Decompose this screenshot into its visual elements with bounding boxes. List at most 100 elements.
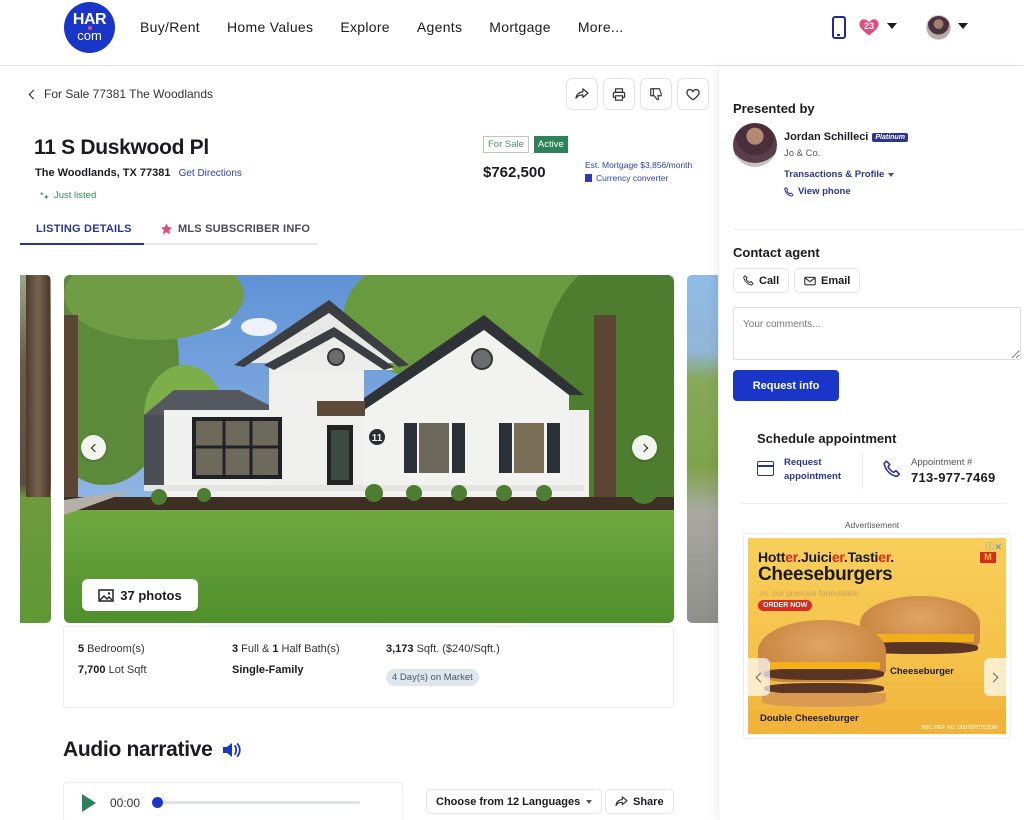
fact-baths: 3 Full & 1 Half Bath(s) [232, 643, 340, 655]
phone-icon [883, 460, 901, 478]
phone-icon [743, 275, 754, 286]
mortgage-info: Est. Mortgage $3,856/month Currency conv… [585, 159, 692, 185]
nav-more[interactable]: More... [578, 19, 624, 35]
chevron-left-icon [90, 443, 99, 452]
agent-name-text: Jordan Schilleci [784, 131, 869, 143]
audio-time: 00:00 [110, 796, 141, 810]
est-mortgage-link[interactable]: Est. Mortgage $3,856/month [585, 159, 692, 172]
advertisement-label: Advertisement [844, 520, 900, 530]
mcdonalds-logo-icon: M [980, 552, 996, 563]
share-icon [575, 88, 589, 99]
call-button[interactable]: Call [733, 268, 790, 293]
mobile-phone-icon[interactable] [832, 16, 846, 39]
listing-address: The Woodlands, TX 77381 Get Directions [35, 167, 242, 179]
print-button[interactable] [603, 78, 635, 110]
email-button[interactable]: Email [794, 268, 861, 293]
agent-photo[interactable] [733, 123, 777, 167]
email-label: Email [821, 274, 851, 287]
nav-mortgage[interactable]: Mortgage [489, 19, 551, 35]
audio-progress-handle[interactable] [152, 797, 163, 808]
request-appointment-link[interactable]: Request appointment [784, 456, 841, 484]
carousel-next-button[interactable] [632, 435, 657, 460]
view-photos-button[interactable]: 37 photos [82, 579, 198, 611]
ad-text: . [890, 549, 894, 565]
chevron-down-icon[interactable] [958, 23, 968, 29]
favorites-button[interactable]: 23 [858, 16, 880, 38]
request-info-button[interactable]: Request info [733, 370, 839, 401]
play-icon[interactable] [82, 794, 96, 812]
agent-company: Jo & Co. [784, 148, 821, 159]
speaker-icon[interactable] [221, 741, 241, 759]
view-phone-label: View phone [798, 186, 851, 197]
previous-photo-thumb[interactable] [20, 275, 51, 623]
nav-home-values[interactable]: Home Values [227, 19, 313, 35]
ad-item-double-cheeseburger: Double Cheeseburger [760, 713, 859, 724]
ad-order-now-button[interactable]: ORDER NOW [758, 600, 813, 611]
listing-title: 11 S Duskwood Pl [34, 136, 209, 159]
next-photo-thumb[interactable] [687, 275, 718, 623]
lot-size-label: Lot Sqft [105, 664, 147, 676]
main-photo[interactable]: 11 [64, 275, 674, 623]
full-bath-label: Full & [238, 643, 273, 655]
appointment-number-label: Appointment # [911, 457, 973, 468]
ad-close-icon[interactable]: ⓘ✕ [985, 540, 1002, 553]
thumbs-down-icon [650, 88, 662, 101]
audio-title-text: Audio narrative [63, 738, 213, 761]
dislike-button[interactable] [640, 78, 672, 110]
chevron-down-icon [586, 799, 593, 804]
audio-progress-track[interactable] [156, 801, 360, 804]
fact-sqft: 3,173 Sqft. ($240/Sqft.) [386, 643, 500, 655]
share-label: Share [633, 795, 664, 808]
ad-next-button[interactable] [984, 658, 1006, 696]
share-button[interactable] [566, 78, 598, 110]
breadcrumb-label: For Sale 77381 The Woodlands [44, 87, 214, 101]
transactions-profile-label: Transactions & Profile [784, 169, 885, 180]
transactions-profile-dropdown[interactable]: Transactions & Profile [784, 169, 895, 180]
share-icon [615, 796, 628, 807]
just-listed-badge: Just listed [40, 190, 96, 201]
comments-input[interactable] [733, 307, 1021, 360]
chevron-left-icon [28, 89, 39, 99]
currency-converter-link[interactable]: Currency converter [585, 172, 692, 185]
ad-text: Hott [758, 549, 786, 565]
view-phone-link[interactable]: View phone [784, 186, 851, 197]
advertisement-banner[interactable]: Hotter.Juicier.Tastier. Cheeseburgers vs… [743, 533, 1011, 739]
ad-text: .Tasti [843, 549, 879, 565]
site-header: HAR com Buy/Rent Home Values Explore Age… [0, 0, 1024, 66]
listing-price: $762,500 [483, 164, 546, 181]
audio-share-button[interactable]: Share [605, 789, 674, 814]
get-directions-link[interactable]: Get Directions [179, 168, 242, 179]
ad-headline: Hotter.Juicier.Tastier. [758, 549, 894, 565]
bedrooms-label: Bedroom(s) [84, 643, 145, 655]
half-bath-label: Half Bath(s) [278, 643, 340, 655]
ad-reference: ABC REF NO. 00070P0753OM [921, 725, 998, 731]
currency-converter-label: Currency converter [596, 173, 669, 183]
sqft-value: 3,173 [386, 643, 414, 655]
divider [741, 503, 1007, 504]
agent-name[interactable]: Jordan Schilleci Platinum [784, 131, 908, 143]
tab-mls-subscriber-info[interactable]: MLS SUBSCRIBER INFO [160, 223, 310, 235]
logo-text-bottom: com [77, 28, 102, 43]
tab-listing-details[interactable]: LISTING DETAILS [36, 223, 132, 235]
request-appointment-line2: appointment [784, 471, 841, 482]
nav-explore[interactable]: Explore [340, 19, 390, 35]
carousel-prev-button[interactable] [81, 435, 106, 460]
breadcrumb[interactable]: For Sale 77381 The Woodlands [28, 87, 214, 101]
user-avatar[interactable] [926, 15, 951, 40]
appointment-phone-number[interactable]: 713-977-7469 [911, 470, 996, 485]
choose-language-dropdown[interactable]: Choose from 12 Languages [426, 789, 603, 814]
ad-prev-button[interactable] [748, 658, 770, 696]
chevron-down-icon[interactable] [887, 23, 897, 29]
listing-actions [566, 78, 709, 110]
lot-size-value: 7,700 [78, 664, 106, 676]
nav-agents[interactable]: Agents [417, 19, 462, 35]
sqft-label: Sqft. ($240/Sqft.) [413, 643, 500, 655]
nav-buy-rent[interactable]: Buy/Rent [140, 19, 200, 35]
favorite-button[interactable] [677, 78, 709, 110]
status-badges: For Sale Active [483, 136, 568, 153]
for-sale-badge: For Sale [483, 136, 529, 153]
favorites-count: 23 [863, 21, 874, 31]
har-logo[interactable]: HAR com [64, 2, 115, 53]
logo-dot [88, 26, 92, 30]
agent-sidebar: Presented by Jordan Schilleci Platinum J… [718, 67, 1024, 820]
